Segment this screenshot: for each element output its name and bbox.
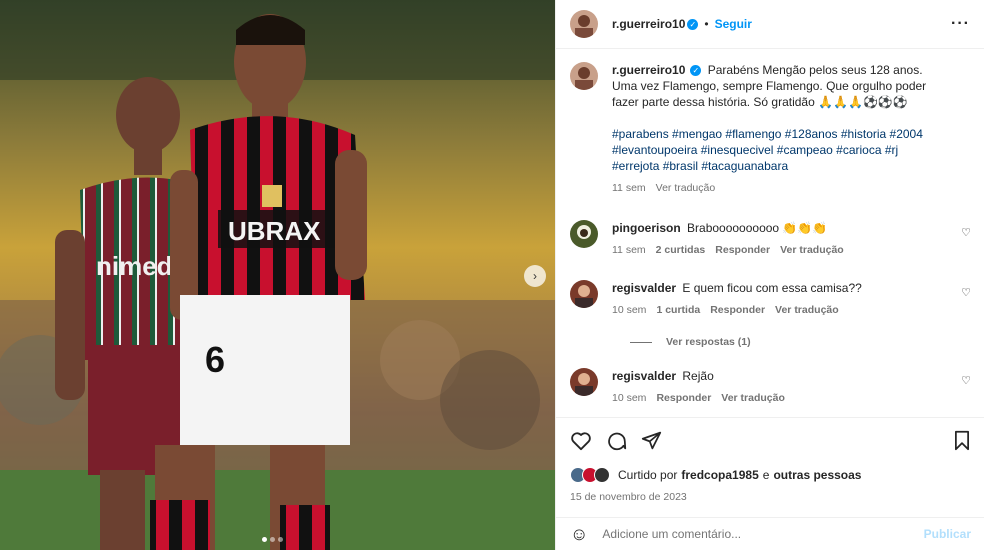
- comment-avatar[interactable]: [570, 220, 598, 248]
- translate-link[interactable]: Ver tradução: [721, 390, 785, 406]
- comment-item: regisvalder E quem ficou com essa camisa…: [570, 280, 971, 318]
- translate-link[interactable]: Ver tradução: [775, 302, 839, 318]
- shorts-number: 6: [205, 339, 225, 380]
- save-bookmark-icon[interactable]: [953, 430, 971, 451]
- comment-text: Braboooooooooo 👏👏👏: [687, 221, 828, 235]
- comment-text: Rejão: [682, 369, 714, 383]
- comment-item: regisvalder Rejão 10 sem Responder Ver t…: [570, 368, 971, 406]
- caption-avatar[interactable]: [570, 62, 598, 90]
- caption-meta: 11 sem Ver tradução: [612, 180, 942, 196]
- comment-time[interactable]: 10 sem: [612, 390, 646, 406]
- verified-icon: ✓: [687, 18, 699, 30]
- comment-time[interactable]: 10 sem: [612, 302, 646, 318]
- comment-meta: 11 sem 2 curtidas Responder Ver tradução: [612, 242, 942, 258]
- action-icons: [570, 430, 971, 451]
- comment-item: pingoerison Braboooooooooo 👏👏👏 11 sem 2 …: [570, 220, 971, 258]
- liked-by-conj: e: [762, 468, 770, 482]
- comment-input[interactable]: [602, 527, 924, 541]
- comment-body: regisvalder E quem ficou com essa camisa…: [612, 280, 942, 318]
- post-photo[interactable]: nimed UBRAX 6 ›: [0, 0, 555, 550]
- more-options-icon[interactable]: ···: [951, 15, 970, 33]
- heart-icon[interactable]: ♡: [961, 374, 971, 387]
- verified-icon: ✓: [690, 65, 702, 77]
- comment-avatar[interactable]: [570, 280, 598, 308]
- add-comment-bar: ☺ Publicar: [556, 517, 984, 550]
- liked-by: Curtido por fredcopa1985 e outras pessoa…: [570, 467, 971, 483]
- view-replies-label: Ver respostas (1): [666, 336, 751, 348]
- comment-time[interactable]: 11 sem: [612, 242, 646, 258]
- reply-button[interactable]: Responder: [656, 390, 711, 406]
- heart-icon[interactable]: ♡: [961, 286, 971, 299]
- shirt-sponsor-text: UBRAX: [228, 216, 321, 246]
- reply-button[interactable]: Responder: [715, 242, 770, 258]
- post-actions: Curtido por fredcopa1985 e outras pessoa…: [556, 417, 984, 503]
- comment-username[interactable]: pingoerison: [612, 221, 681, 235]
- chevron-right-icon: ›: [533, 269, 537, 283]
- publish-button[interactable]: Publicar: [924, 527, 971, 541]
- liked-by-avatars[interactable]: [570, 467, 614, 483]
- comments-list[interactable]: r.guerreiro10 ✓ Parabéns Mengão pelos seu…: [556, 49, 984, 417]
- heart-icon[interactable]: ♡: [961, 226, 971, 239]
- liked-by-prefix: Curtido por: [618, 468, 678, 482]
- separator-dot: •: [704, 17, 709, 31]
- liked-by-others[interactable]: outras pessoas: [773, 468, 861, 482]
- comment-icon[interactable]: [606, 430, 627, 451]
- follow-button[interactable]: Seguir: [715, 17, 752, 31]
- caption: r.guerreiro10 ✓ Parabéns Mengão pelos seu…: [570, 62, 971, 196]
- comment-meta: 10 sem 1 curtida Responder Ver tradução: [612, 302, 942, 318]
- caption-time[interactable]: 11 sem: [612, 180, 646, 196]
- left-sponsor-text: nimed: [96, 251, 173, 281]
- like-heart-icon[interactable]: [570, 431, 592, 451]
- post-side-panel: r.guerreiro10 ✓ • Seguir ··· r.guerreiro…: [555, 0, 984, 550]
- comment-likes[interactable]: 2 curtidas: [656, 242, 706, 258]
- liked-by-user[interactable]: fredcopa1985: [681, 468, 758, 482]
- comment-likes[interactable]: 1 curtida: [656, 302, 700, 318]
- author-username[interactable]: r.guerreiro10: [612, 17, 685, 31]
- comment-username[interactable]: regisvalder: [612, 369, 676, 383]
- emoji-icon[interactable]: ☺: [570, 525, 588, 543]
- comment-avatar[interactable]: [570, 368, 598, 396]
- comment-username[interactable]: regisvalder: [612, 281, 676, 295]
- replies-line: [630, 341, 652, 343]
- caption-username[interactable]: r.guerreiro10: [612, 63, 685, 77]
- comment-body: pingoerison Braboooooooooo 👏👏👏 11 sem 2 …: [612, 220, 942, 258]
- post-date[interactable]: 15 de novembro de 2023: [570, 491, 971, 503]
- comment-meta: 10 sem Responder Ver tradução: [612, 390, 942, 406]
- translate-link[interactable]: Ver tradução: [780, 242, 844, 258]
- caption-body: r.guerreiro10 ✓ Parabéns Mengão pelos seu…: [612, 62, 942, 196]
- reply-button[interactable]: Responder: [710, 302, 765, 318]
- soccer-players-image: nimed UBRAX 6: [0, 0, 555, 550]
- caption-hashtags[interactable]: #parabens #mengao #flamengo #128anos #hi…: [612, 126, 942, 174]
- comment-body: regisvalder Rejão 10 sem Responder Ver t…: [612, 368, 942, 406]
- author-avatar[interactable]: [570, 10, 598, 38]
- comment-text: E quem ficou com essa camisa??: [682, 281, 862, 295]
- view-replies-button[interactable]: Ver respostas (1): [630, 336, 971, 348]
- caption-translate-link[interactable]: Ver tradução: [656, 180, 716, 196]
- carousel-dots: [262, 537, 283, 542]
- post-header: r.guerreiro10 ✓ • Seguir ···: [556, 0, 984, 49]
- share-icon[interactable]: [641, 430, 662, 451]
- next-photo-button[interactable]: ›: [524, 265, 546, 287]
